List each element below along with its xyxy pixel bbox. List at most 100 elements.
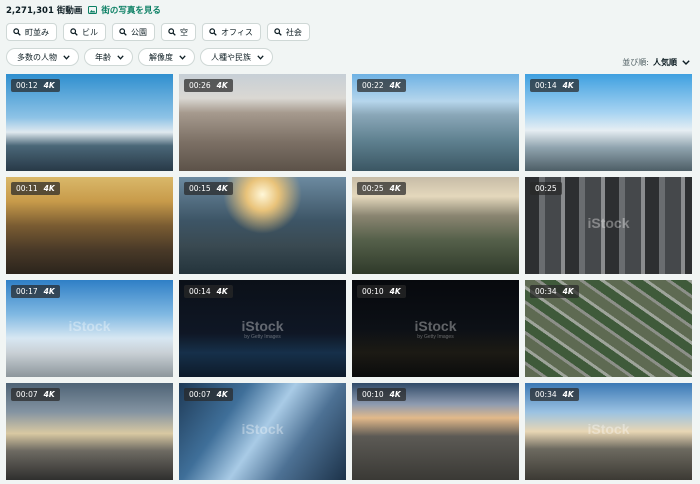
- filter-resolution[interactable]: 解像度: [138, 48, 195, 66]
- search-icon: [70, 28, 78, 36]
- duration-badge: 00:17 4K: [11, 285, 60, 298]
- video-tile-1[interactable]: 00:26 4K: [179, 74, 346, 171]
- duration-text: 00:25: [535, 184, 557, 193]
- chip-label: オフィス: [221, 27, 253, 37]
- duration-text: 00:10: [362, 287, 384, 296]
- stock-watermark: iStock by Getty Images: [179, 318, 346, 340]
- duration-text: 00:34: [535, 390, 557, 399]
- search-icon: [274, 28, 282, 36]
- filter-people[interactable]: 多数の人物: [6, 48, 79, 66]
- duration-badge: 00:14 4K: [530, 79, 579, 92]
- duration-text: 00:14: [189, 287, 211, 296]
- chevron-down-icon: [257, 54, 264, 60]
- duration-badge: 00:07 4K: [11, 388, 60, 401]
- filter-bar: 多数の人物 年齢 解像度 人種や民族: [6, 48, 273, 66]
- chip-label: 空: [180, 27, 188, 37]
- filter-ethnicity[interactable]: 人種や民族: [200, 48, 273, 66]
- video-tile-0[interactable]: 00:12 4K: [6, 74, 173, 171]
- watermark-brand: iStock: [241, 318, 284, 334]
- quality-label: 4K: [216, 81, 228, 90]
- duration-text: 00:34: [535, 287, 557, 296]
- quality-label: 4K: [389, 81, 401, 90]
- filter-label: 多数の人物: [17, 52, 57, 62]
- video-tile-14[interactable]: 00:10 4K: [352, 383, 519, 480]
- video-tile-3[interactable]: 00:14 4K: [525, 74, 692, 171]
- chip-related-4[interactable]: オフィス: [202, 23, 261, 41]
- search-icon: [209, 28, 217, 36]
- duration-text: 00:10: [362, 390, 384, 399]
- related-search-chips: 町並み ビル 公園 空 オフィス 社会: [6, 23, 310, 41]
- search-icon: [13, 28, 21, 36]
- sort-value: 人気順: [653, 58, 677, 67]
- duration-badge: 00:07 4K: [184, 388, 233, 401]
- quality-label: 4K: [43, 287, 55, 296]
- quality-label: 4K: [216, 184, 228, 193]
- duration-badge: 00:25: [530, 182, 562, 195]
- chip-label: 公園: [131, 27, 147, 37]
- view-photos-link[interactable]: 街の写真を見る: [88, 4, 161, 16]
- sort-label: 並び順:: [622, 58, 649, 67]
- chip-related-2[interactable]: 公園: [112, 23, 155, 41]
- video-tile-11[interactable]: 00:34 4K: [525, 280, 692, 377]
- duration-text: 00:25: [362, 184, 384, 193]
- duration-text: 00:15: [189, 184, 211, 193]
- video-tile-10[interactable]: iStock by Getty Images 00:10 4K: [352, 280, 519, 377]
- watermark-sub: by Getty Images: [244, 334, 281, 340]
- duration-text: 00:11: [16, 184, 38, 193]
- duration-badge: 00:34 4K: [530, 285, 579, 298]
- quality-label: 4K: [43, 184, 55, 193]
- duration-text: 00:22: [362, 81, 384, 90]
- video-tile-2[interactable]: 00:22 4K: [352, 74, 519, 171]
- duration-badge: 00:15 4K: [184, 182, 233, 195]
- quality-label: 4K: [216, 287, 228, 296]
- duration-text: 00:07: [16, 390, 38, 399]
- chevron-down-icon: [682, 60, 690, 65]
- chevron-down-icon: [63, 54, 70, 60]
- stock-watermark: iStock: [179, 421, 346, 437]
- view-photos-label: 街の写真を見る: [101, 6, 161, 16]
- quality-label: 4K: [562, 81, 574, 90]
- duration-text: 00:17: [16, 287, 38, 296]
- quality-label: 4K: [562, 287, 574, 296]
- duration-text: 00:12: [16, 81, 38, 90]
- quality-label: 4K: [389, 287, 401, 296]
- stock-watermark: iStock: [6, 318, 173, 334]
- duration-badge: 00:34 4K: [530, 388, 579, 401]
- stock-watermark: iStock: [525, 215, 692, 231]
- quality-label: 4K: [43, 81, 55, 90]
- watermark-brand: iStock: [587, 215, 630, 231]
- video-tile-5[interactable]: 00:15 4K: [179, 177, 346, 274]
- quality-label: 4K: [562, 390, 574, 399]
- search-icon: [119, 28, 127, 36]
- sort-dropdown[interactable]: 並び順: 人気順: [622, 57, 690, 68]
- watermark-brand: iStock: [587, 421, 630, 437]
- video-tile-4[interactable]: 00:11 4K: [6, 177, 173, 274]
- chip-related-3[interactable]: 空: [161, 23, 196, 41]
- filter-label: 人種や民族: [211, 52, 251, 62]
- video-tile-8[interactable]: iStock 00:17 4K: [6, 280, 173, 377]
- chip-label: 町並み: [25, 27, 49, 37]
- chevron-down-icon: [179, 54, 186, 60]
- filter-age[interactable]: 年齢: [84, 48, 133, 66]
- chip-related-1[interactable]: ビル: [63, 23, 106, 41]
- chip-related-0[interactable]: 町並み: [6, 23, 57, 41]
- video-tile-13[interactable]: iStock 00:07 4K: [179, 383, 346, 480]
- search-icon: [168, 28, 176, 36]
- chip-related-5[interactable]: 社会: [266, 23, 310, 41]
- results-header: 2,271,301 街動画 街の写真を見る: [6, 3, 161, 17]
- video-tile-12[interactable]: 00:07 4K: [6, 383, 173, 480]
- watermark-brand: iStock: [414, 318, 457, 334]
- duration-badge: 00:10 4K: [357, 388, 406, 401]
- watermark-sub: by Getty Images: [417, 334, 454, 340]
- duration-badge: 00:14 4K: [184, 285, 233, 298]
- video-tile-9[interactable]: iStock by Getty Images 00:14 4K: [179, 280, 346, 377]
- quality-label: 4K: [389, 390, 401, 399]
- video-tile-6[interactable]: 00:25 4K: [352, 177, 519, 274]
- video-tile-15[interactable]: iStock 00:34 4K: [525, 383, 692, 480]
- quality-label: 4K: [389, 184, 401, 193]
- filter-label: 解像度: [149, 52, 173, 62]
- chip-label: ビル: [82, 27, 98, 37]
- watermark-brand: iStock: [241, 421, 284, 437]
- stock-watermark: iStock: [525, 421, 692, 437]
- video-tile-7[interactable]: iStock 00:25: [525, 177, 692, 274]
